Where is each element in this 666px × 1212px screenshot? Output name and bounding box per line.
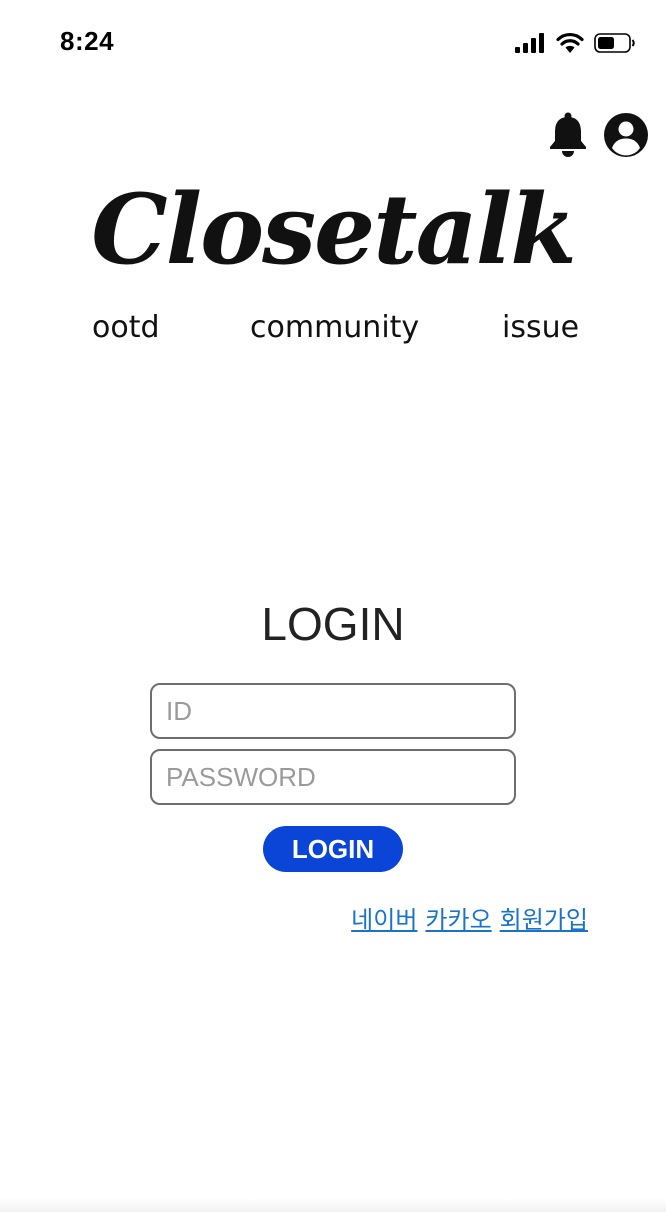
signal-icon: [515, 33, 544, 53]
id-input[interactable]: [150, 683, 516, 739]
login-screen: 8:24 Closetalk ootd community issue LOGI…: [0, 0, 666, 1212]
logo[interactable]: Closetalk: [0, 170, 666, 290]
password-input[interactable]: [150, 749, 516, 805]
naver-login-link[interactable]: 네이버: [351, 902, 417, 938]
battery-icon: [594, 33, 635, 53]
status-time: 8:24: [60, 26, 115, 56]
nav-community[interactable]: community: [250, 308, 419, 348]
account-icon[interactable]: [603, 112, 649, 158]
bell-icon[interactable]: [546, 112, 590, 158]
login-title: LOGIN: [261, 598, 405, 650]
nav-issue[interactable]: issue: [502, 308, 579, 348]
status-icons: [514, 28, 636, 58]
wifi-icon: [556, 32, 584, 53]
kakao-login-link[interactable]: 카카오: [425, 902, 491, 938]
social-links: 네이버 카카오 회원가입: [351, 902, 588, 938]
nav-ootd[interactable]: ootd: [92, 308, 160, 348]
bottom-shade: [0, 1198, 666, 1212]
signup-link[interactable]: 회원가입: [500, 902, 588, 938]
login-button[interactable]: LOGIN: [263, 826, 403, 872]
